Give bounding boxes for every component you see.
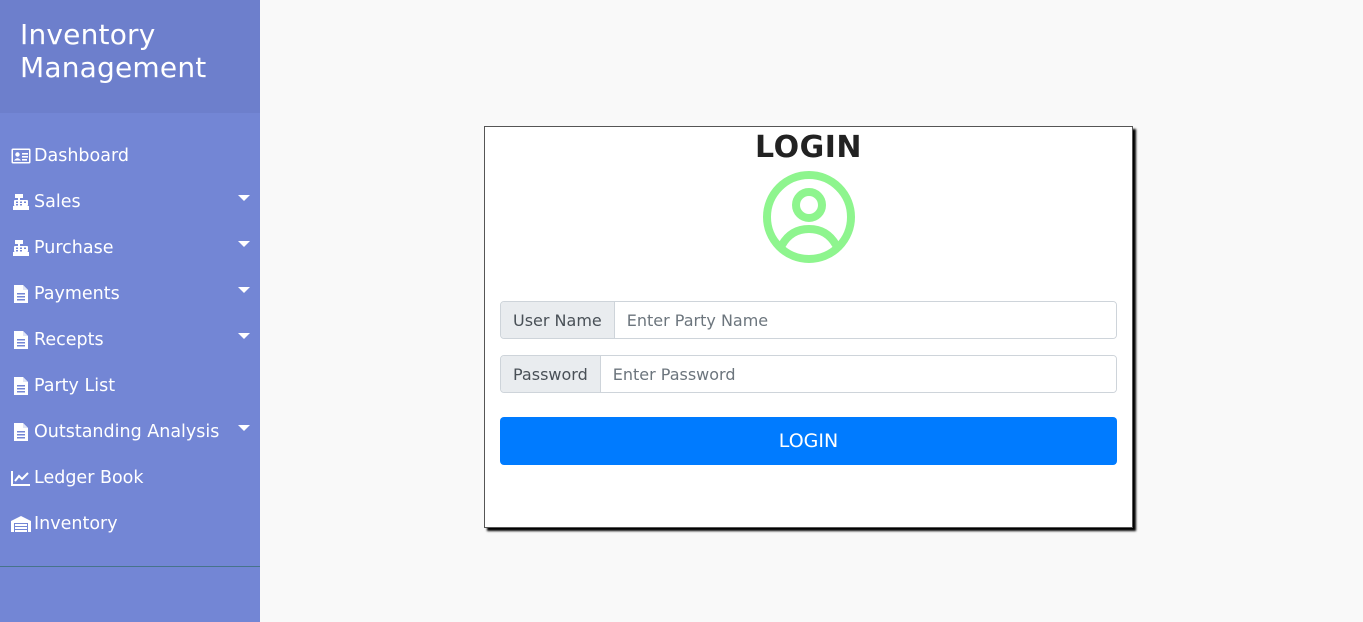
sidebar-item-label: Recepts	[34, 330, 104, 350]
login-card: LOGIN User Name Password LOGIN	[484, 126, 1133, 528]
file-icon	[10, 376, 32, 396]
cash-register-icon	[10, 238, 32, 258]
sidebar-item-outstanding-analysis[interactable]: Outstanding Analysis	[0, 409, 260, 455]
caret-down-icon	[238, 195, 250, 201]
caret-down-icon	[238, 241, 250, 247]
password-input[interactable]	[600, 356, 1116, 392]
chart-line-icon	[10, 468, 32, 488]
user-circle-icon	[762, 171, 855, 263]
sidebar-item-payments[interactable]: Payments	[0, 271, 260, 317]
password-group: Password	[500, 355, 1117, 393]
cash-register-icon	[10, 192, 32, 212]
sidebar-item-recepts[interactable]: Recepts	[0, 317, 260, 363]
sidebar-item-inventory[interactable]: Inventory	[0, 501, 260, 547]
sidebar-header: Inventory Management	[0, 0, 260, 113]
sidebar-item-label: Ledger Book	[34, 468, 144, 488]
caret-down-icon	[238, 333, 250, 339]
app-title: Inventory Management	[20, 18, 207, 84]
login-heading: LOGIN	[755, 130, 862, 165]
sidebar-item-label: Inventory	[34, 514, 118, 534]
sidebar-item-dashboard[interactable]: Dashboard	[0, 133, 260, 179]
username-input[interactable]	[614, 302, 1116, 338]
caret-down-icon	[238, 287, 250, 293]
sidebar-item-label: Party List	[34, 376, 116, 396]
password-label: Password	[501, 356, 601, 392]
sidebar-divider	[0, 566, 260, 567]
sidebar-item-label: Dashboard	[34, 146, 129, 166]
sidebar-item-party-list[interactable]: Party List	[0, 363, 260, 409]
sidebar-menu: Dashboard Sales Purchase Payments Recept…	[0, 113, 260, 547]
warehouse-icon	[10, 514, 32, 534]
sidebar-item-purchase[interactable]: Purchase	[0, 225, 260, 271]
sidebar: Inventory Management Dashboard Sales Pur…	[0, 0, 260, 622]
file-icon	[10, 284, 32, 304]
sidebar-item-label: Outstanding Analysis	[34, 422, 220, 442]
username-label: User Name	[501, 302, 615, 338]
sidebar-item-sales[interactable]: Sales	[0, 179, 260, 225]
file-icon	[10, 330, 32, 350]
caret-down-icon	[238, 425, 250, 431]
file-icon	[10, 422, 32, 442]
avatar	[485, 169, 1132, 267]
sidebar-item-ledger-book[interactable]: Ledger Book	[0, 455, 260, 501]
sidebar-item-label: Sales	[34, 192, 81, 212]
login-button[interactable]: LOGIN	[500, 417, 1117, 465]
sidebar-item-label: Purchase	[34, 238, 114, 258]
sidebar-item-label: Payments	[34, 284, 120, 304]
username-group: User Name	[500, 301, 1117, 339]
id-card-icon	[10, 146, 32, 166]
